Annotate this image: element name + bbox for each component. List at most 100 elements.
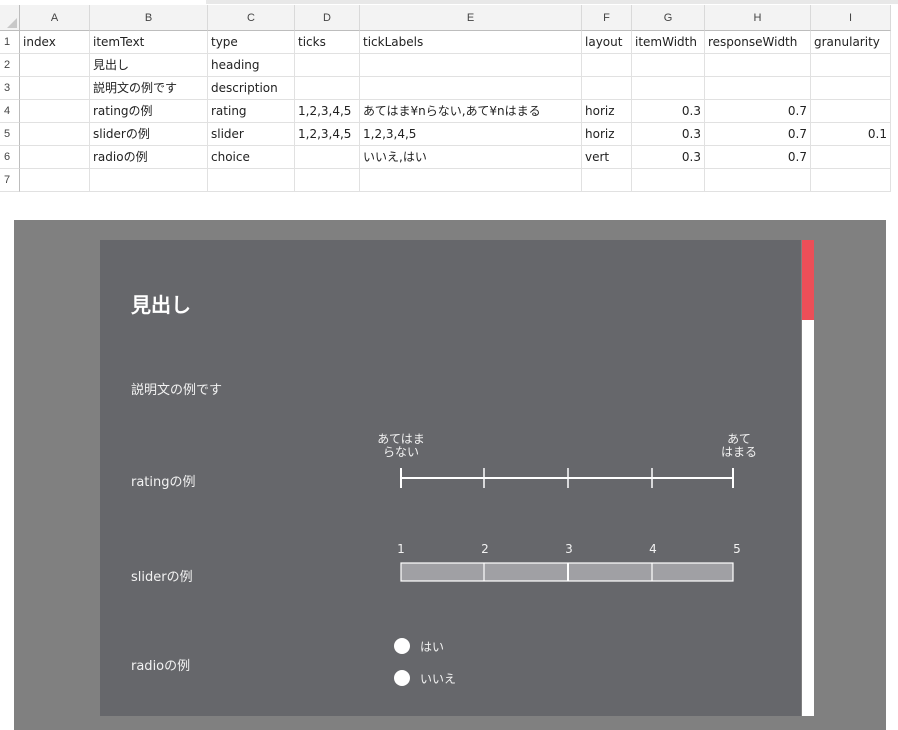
sheet-cell[interactable]: ticks — [295, 31, 360, 54]
sheet-cell[interactable]: horiz — [582, 123, 632, 146]
sheet-cell[interactable] — [295, 146, 360, 169]
sheet-cell[interactable]: 説明文の例です — [90, 77, 208, 100]
sheet-cell[interactable] — [360, 169, 582, 192]
sheet-cell[interactable] — [632, 169, 705, 192]
sheet-cell[interactable] — [295, 169, 360, 192]
sheet-cell[interactable]: choice — [208, 146, 295, 169]
row-header[interactable]: 6 — [0, 146, 20, 169]
column-header-b[interactable]: B — [90, 5, 208, 31]
sheet-cell[interactable] — [582, 169, 632, 192]
sheet-cell[interactable]: 0.3 — [632, 146, 705, 169]
sheet-cell[interactable]: sliderの例 — [90, 123, 208, 146]
sheet-cell[interactable]: layout — [582, 31, 632, 54]
spreadsheet: ABCDEFGHI 1 index itemText type ticks tickLab… — [0, 0, 898, 208]
column-header-d[interactable]: D — [295, 5, 360, 31]
sheet-cell[interactable] — [20, 100, 90, 123]
sheet-cell[interactable] — [811, 77, 891, 100]
sheet-cell[interactable]: itemText — [90, 31, 208, 54]
sheet-cell[interactable] — [295, 54, 360, 77]
radio-button[interactable] — [394, 670, 410, 686]
sheet-cell[interactable]: index — [20, 31, 90, 54]
sheet-cell[interactable]: radioの例 — [90, 146, 208, 169]
sheet-cell[interactable] — [811, 146, 891, 169]
sheet-cell[interactable]: あてはま¥nらない,あて¥nはまる — [360, 100, 582, 123]
sheet-cell[interactable]: vert — [582, 146, 632, 169]
sheet-cell[interactable]: granularity — [811, 31, 891, 54]
sheet-cell[interactable] — [705, 54, 811, 77]
row-header[interactable]: 4 — [0, 100, 20, 123]
row-header[interactable]: 1 — [0, 31, 20, 54]
sheet-cell[interactable]: 見出し — [90, 54, 208, 77]
column-header-g[interactable]: G — [632, 5, 705, 31]
column-header-f[interactable]: F — [582, 5, 632, 31]
survey-panel: 見出し 説明文の例です ratingの例 あてはま らない あて はまる sli… — [100, 240, 801, 716]
sheet-cell[interactable] — [90, 169, 208, 192]
column-header-a[interactable]: A — [20, 5, 90, 31]
row-header[interactable]: 5 — [0, 123, 20, 146]
rating-scale[interactable] — [394, 466, 734, 490]
sheet-cell[interactable]: responseWidth — [705, 31, 811, 54]
sheet-cell[interactable] — [705, 77, 811, 100]
radio-button[interactable] — [394, 638, 410, 654]
sheet-cell[interactable] — [632, 54, 705, 77]
sheet-cell[interactable] — [705, 169, 811, 192]
sheet-cell[interactable]: 0.7 — [705, 123, 811, 146]
radio-item-label: radioの例 — [131, 659, 191, 674]
rating-left-label-line2: らない — [382, 445, 419, 459]
slider-item-label: sliderの例 — [131, 570, 193, 585]
rating-item-label: ratingの例 — [131, 475, 196, 490]
sheet-cell[interactable]: type — [208, 31, 295, 54]
column-header-e[interactable]: E — [360, 5, 582, 31]
sheet-cell[interactable]: ratingの例 — [90, 100, 208, 123]
row-header[interactable]: 2 — [0, 54, 20, 77]
sheet-cell[interactable] — [20, 169, 90, 192]
sheet-cell[interactable] — [811, 169, 891, 192]
sheet-cell[interactable]: slider — [208, 123, 295, 146]
sheet-cell[interactable] — [20, 77, 90, 100]
sheet-cell[interactable]: 0.7 — [705, 100, 811, 123]
column-header-i[interactable]: I — [811, 5, 891, 31]
column-header-c[interactable]: C — [208, 5, 295, 31]
sheet-cell[interactable]: heading — [208, 54, 295, 77]
sheet-cell[interactable] — [632, 77, 705, 100]
slider-tick-label-4: 4 — [649, 542, 657, 556]
sheet-cell[interactable]: いいえ,はい — [360, 146, 582, 169]
sheet-cell[interactable] — [582, 54, 632, 77]
sheet-cell[interactable] — [20, 146, 90, 169]
sheet-cell[interactable] — [20, 123, 90, 146]
scrollbar-thumb[interactable] — [802, 240, 814, 320]
sheet-cell[interactable]: 0.3 — [632, 123, 705, 146]
sheet-cell[interactable]: tickLabels — [360, 31, 582, 54]
sheet-cell[interactable] — [811, 100, 891, 123]
sheet-cell[interactable] — [811, 54, 891, 77]
sheet-cell[interactable]: 0.3 — [632, 100, 705, 123]
row-header[interactable]: 7 — [0, 169, 20, 192]
sheet-cell[interactable]: 1,2,3,4,5 — [360, 123, 582, 146]
sheet-cell[interactable] — [360, 54, 582, 77]
radio-option-yes[interactable]: はい — [394, 637, 444, 655]
slider-track[interactable] — [394, 562, 734, 584]
sheet-top-bar — [0, 0, 898, 4]
sheet-cell[interactable]: 0.1 — [811, 123, 891, 146]
rating-right-label: あて はまる — [699, 433, 779, 459]
sheet-cell[interactable] — [20, 54, 90, 77]
sheet-cell[interactable]: itemWidth — [632, 31, 705, 54]
sheet-cell[interactable] — [360, 77, 582, 100]
sheet-cell[interactable]: description — [208, 77, 295, 100]
radio-option-no[interactable]: いいえ — [394, 669, 456, 687]
row-header[interactable]: 3 — [0, 77, 20, 100]
select-all-corner[interactable] — [0, 5, 20, 31]
radio-option-label: いいえ — [420, 671, 457, 686]
sheet-cell[interactable] — [295, 77, 360, 100]
sheet-cell[interactable]: 0.7 — [705, 146, 811, 169]
sheet-cell[interactable]: horiz — [582, 100, 632, 123]
rating-left-label: あてはま らない — [361, 433, 441, 459]
slider-tick-label-2: 2 — [481, 542, 489, 556]
sheet-cell[interactable]: 1,2,3,4,5 — [295, 123, 360, 146]
sheet-cell[interactable] — [208, 169, 295, 192]
sheet-cell[interactable] — [582, 77, 632, 100]
sheet-cell[interactable]: 1,2,3,4,5 — [295, 100, 360, 123]
column-header-h[interactable]: H — [705, 5, 811, 31]
slider-tick-label-3: 3 — [565, 542, 573, 556]
sheet-cell[interactable]: rating — [208, 100, 295, 123]
